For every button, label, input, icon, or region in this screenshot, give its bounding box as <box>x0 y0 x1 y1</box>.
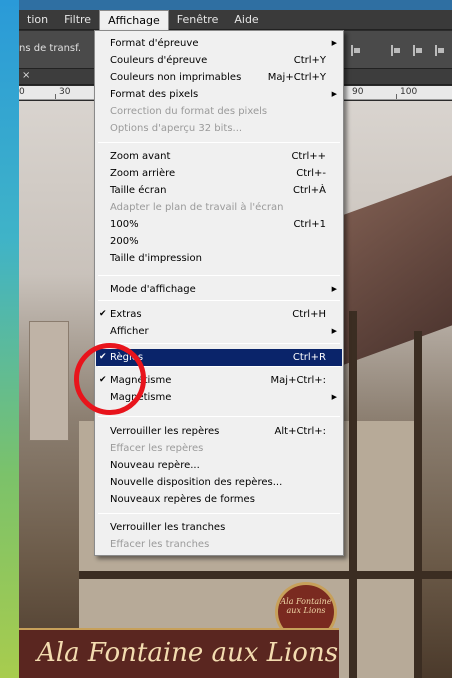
menu-item-label: Format d'épreuve <box>110 38 199 49</box>
menu-separator <box>98 300 340 301</box>
menu-filtre[interactable]: Filtre <box>56 10 99 30</box>
menu-affichage[interactable]: Affichage <box>99 9 169 30</box>
menu-item-label: Nouveau repère... <box>110 460 200 471</box>
menu-item-label: Taille écran <box>110 185 167 196</box>
submenu-arrow-icon: ▶ <box>331 393 337 401</box>
shop-sign-text: Ala Fontaine aux Lions <box>37 638 339 668</box>
menu-item-shortcut: Ctrl+1 <box>293 219 326 230</box>
menu-item: Effacer les tranches <box>96 536 342 553</box>
menu-item[interactable]: Verrouiller les tranches <box>96 519 342 536</box>
menu-item[interactable]: Verrouiller les repères Alt+Ctrl+: <box>96 423 342 440</box>
menu-item[interactable]: Zoom arrière Ctrl+- <box>96 165 342 182</box>
menu-item-label: Couleurs non imprimables <box>110 72 242 83</box>
menu-item-shortcut: Alt+Ctrl+: <box>274 426 326 437</box>
ruler-tick <box>396 94 397 99</box>
check-icon: ✔ <box>99 309 107 319</box>
menu-bar: tion Filtre Affichage Fenêtre Aide <box>19 9 452 30</box>
menu-item-label: Options d'aperçu 32 bits... <box>110 123 243 134</box>
submenu-arrow-icon: ▶ <box>331 327 337 335</box>
menu-item-label: Nouveaux repères de formes <box>110 494 255 505</box>
menu-item-shortcut: Ctrl+Y <box>293 55 326 66</box>
menu-item[interactable]: Taille d'impression <box>96 250 342 267</box>
close-tab-icon[interactable]: × <box>22 70 30 81</box>
submenu-arrow-icon: ▶ <box>331 90 337 98</box>
menu-item-shortcut: Ctrl++ <box>291 151 326 162</box>
menu-item[interactable]: Couleurs non imprimables Maj+Ctrl+Y <box>96 69 342 86</box>
menu-item[interactable]: Mode d'affichage ▶ <box>96 281 342 298</box>
timber-beam <box>414 331 422 678</box>
menu-item: Effacer les repères <box>96 440 342 457</box>
menu-item-shortcut: Ctrl+- <box>296 168 326 179</box>
menu-partial-item[interactable]: tion <box>19 10 56 30</box>
menu-item-label: Couleurs d'épreuve <box>110 55 208 66</box>
menu-separator <box>98 513 340 514</box>
menu-item-label: Extras <box>110 309 142 320</box>
ruler-tick <box>55 94 56 99</box>
menu-item-label: Correction du format des pixels <box>110 106 268 117</box>
title-band <box>19 0 452 10</box>
menu-aide[interactable]: Aide <box>226 10 266 30</box>
menu-item: Options d'aperçu 32 bits... <box>96 120 342 137</box>
menu-item: Adapter le plan de travail à l'écran <box>96 199 342 216</box>
menu-item[interactable]: Couleurs d'épreuve Ctrl+Y <box>96 52 342 69</box>
menu-item-shortcut: Maj+Ctrl+Y <box>267 72 326 83</box>
timber-beam <box>79 571 452 579</box>
menu-item-label: Zoom arrière <box>110 168 176 179</box>
house-chimney <box>29 321 69 441</box>
menu-item-label: Verrouiller les tranches <box>110 522 226 533</box>
ruler-label: 0 <box>19 87 25 97</box>
menu-item-label: Effacer les repères <box>110 443 204 454</box>
menu-fenetre[interactable]: Fenêtre <box>169 10 227 30</box>
menu-item[interactable]: 200% <box>96 233 342 250</box>
align-left-icon[interactable] <box>351 45 361 56</box>
menu-item[interactable]: Nouveaux repères de formes <box>96 491 342 508</box>
oval-sign-line: Ala Fontaine <box>280 597 332 606</box>
menu-item-shortcut: Ctrl+H <box>292 309 326 320</box>
menu-item[interactable]: Format des pixels ▶ <box>96 86 342 103</box>
menu-item-label: Taille d'impression <box>110 253 202 264</box>
menu-item[interactable]: Afficher ▶ <box>96 323 342 340</box>
menu-separator <box>98 416 340 417</box>
menu-item[interactable]: Nouveau repère... <box>96 457 342 474</box>
menu-item[interactable]: 100% Ctrl+1 <box>96 216 342 233</box>
submenu-arrow-icon: ▶ <box>331 285 337 293</box>
menu-item-label: Mode d'affichage <box>110 284 196 295</box>
ruler-label: 90 <box>352 87 364 97</box>
menu-item[interactable]: Zoom avant Ctrl++ <box>96 148 342 165</box>
menu-item-label: Adapter le plan de travail à l'écran <box>110 202 284 213</box>
ruler-label: 100 <box>400 87 418 97</box>
menu-item-shortcut: Ctrl+À <box>292 185 326 196</box>
submenu-arrow-icon: ▶ <box>331 39 337 47</box>
menu-item-label: 100% <box>110 219 139 230</box>
menu-item-label: Afficher <box>110 326 149 337</box>
menu-item-label: 200% <box>110 236 139 247</box>
shop-sign: Ala Fontaine aux Lions <box>19 628 339 678</box>
affichage-dropdown-menu: Format d'épreuve ▶ Couleurs d'épreuve Ctrl+… <box>94 30 344 556</box>
transform-controls-label[interactable]: ns de transf. <box>19 43 81 54</box>
annotation-circle <box>74 343 146 415</box>
distribute-right-icon[interactable] <box>435 45 445 56</box>
menu-separator <box>98 142 340 143</box>
menu-item-label: Format des pixels <box>110 89 199 100</box>
desktop-background <box>0 0 19 678</box>
menu-item-label: Verrouiller les repères <box>110 426 220 437</box>
menu-item-shortcut: Ctrl+R <box>292 352 326 363</box>
menu-item-label: Zoom avant <box>110 151 171 162</box>
menu-item[interactable]: ✔ Extras Ctrl+H <box>96 306 342 323</box>
oval-sign-line: aux Lions <box>286 606 326 615</box>
timber-beam <box>349 311 357 678</box>
menu-item[interactable]: Format d'épreuve ▶ <box>96 35 342 52</box>
menu-item-label: Nouvelle disposition des repères... <box>110 477 283 488</box>
menu-item-shortcut: Maj+Ctrl+: <box>270 375 326 386</box>
menu-separator <box>98 275 340 276</box>
menu-item[interactable]: Nouvelle disposition des repères... <box>96 474 342 491</box>
menu-item[interactable]: Taille écran Ctrl+À <box>96 182 342 199</box>
menu-item: Correction du format des pixels <box>96 103 342 120</box>
menu-separator <box>98 343 340 344</box>
distribute-center-icon[interactable] <box>413 45 423 56</box>
ruler-label: 30 <box>59 87 71 97</box>
menu-item-label: Effacer les tranches <box>110 539 210 550</box>
distribute-left-icon[interactable] <box>391 45 401 56</box>
